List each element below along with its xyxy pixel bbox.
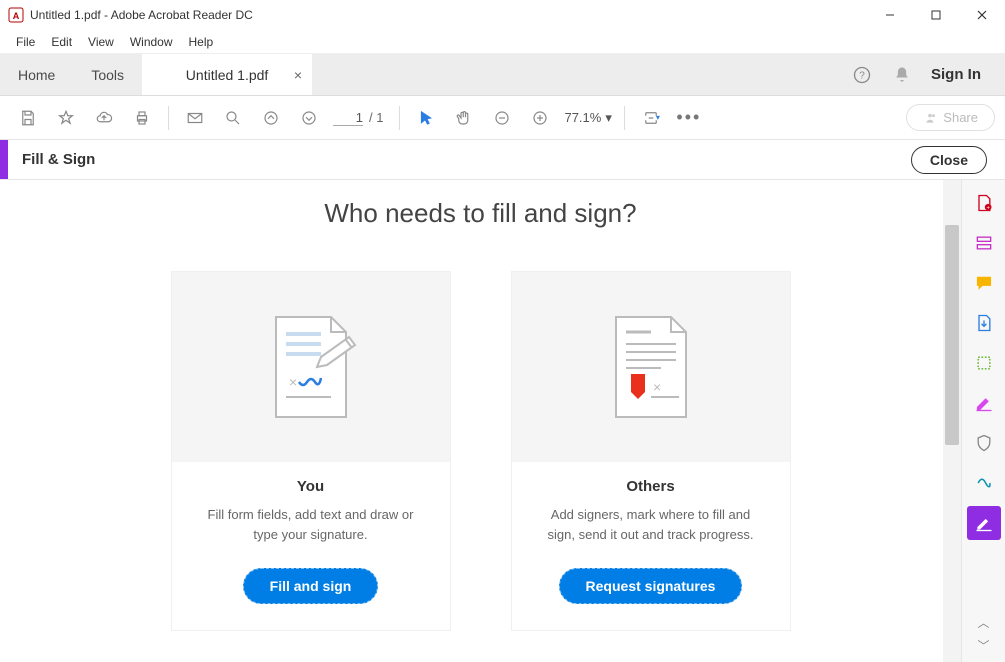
separator (399, 106, 400, 130)
page-up-icon[interactable] (253, 101, 289, 135)
svg-text:+: + (986, 206, 990, 212)
rp-export-icon[interactable] (967, 306, 1001, 340)
separator (168, 106, 169, 130)
pointer-icon[interactable] (408, 101, 444, 135)
minimize-button[interactable] (867, 0, 913, 30)
page-input[interactable] (333, 110, 363, 126)
chevron-down-icon: ▾ (605, 110, 612, 126)
close-button[interactable]: Close (911, 146, 987, 174)
tabbar: Home Tools Untitled 1.pdf × ? Sign In (0, 54, 1005, 96)
mail-icon[interactable] (177, 101, 213, 135)
titlebar: A Untitled 1.pdf - Adobe Acrobat Reader … (0, 0, 1005, 30)
panel-scroll-down-icon[interactable]: ﹀ (969, 635, 997, 656)
page-heading: Who needs to fill and sign? (324, 198, 636, 229)
save-icon[interactable] (10, 101, 46, 135)
bell-icon[interactable] (891, 64, 913, 86)
tab-close-icon[interactable]: × (294, 67, 302, 83)
menu-edit[interactable]: Edit (43, 32, 80, 52)
fill-sign-bar: Fill & Sign Close (0, 140, 1005, 180)
card-you-desc: Fill form fields, add text and draw or t… (172, 495, 450, 544)
window-controls (867, 0, 1005, 30)
star-icon[interactable] (48, 101, 84, 135)
zoom-in-icon[interactable] (522, 101, 558, 135)
page-down-icon[interactable] (291, 101, 327, 135)
accent-stripe (0, 140, 8, 179)
svg-text:?: ? (859, 70, 865, 81)
rp-adobe-sign-icon[interactable] (967, 466, 1001, 500)
window-title: Untitled 1.pdf - Adobe Acrobat Reader DC (30, 8, 253, 22)
fill-sign-title: Fill & Sign (22, 151, 95, 168)
menu-file[interactable]: File (8, 32, 43, 52)
zoom-dropdown[interactable]: 77.1% ▾ (564, 110, 611, 126)
toolbar: / 1 77.1% ▾ ▾ ••• Share (0, 96, 1005, 140)
app-icon: A (8, 7, 24, 23)
tab-document[interactable]: Untitled 1.pdf × (142, 54, 312, 95)
help-icon[interactable]: ? (851, 64, 873, 86)
share-button[interactable]: Share (906, 104, 995, 131)
card-others-illustration: × (512, 272, 790, 462)
share-label: Share (943, 110, 978, 125)
rp-combine-icon[interactable] (967, 226, 1001, 260)
rp-edit-icon[interactable] (967, 386, 1001, 420)
card-others-title: Others (626, 478, 674, 495)
main: Who needs to fill and sign? × (0, 180, 1005, 662)
tab-document-label: Untitled 1.pdf (186, 67, 269, 83)
svg-text:×: × (289, 374, 297, 390)
menu-help[interactable]: Help (181, 32, 222, 52)
request-signatures-button[interactable]: Request signatures (559, 568, 743, 604)
signin-button[interactable]: Sign In (931, 66, 981, 83)
rp-fill-sign-icon[interactable] (967, 506, 1001, 540)
fill-and-sign-button[interactable]: Fill and sign (243, 568, 379, 604)
hand-icon[interactable] (446, 101, 482, 135)
scrollbar-track[interactable] (943, 180, 961, 662)
menubar: File Edit View Window Help (0, 30, 1005, 54)
content-area: Who needs to fill and sign? × (0, 180, 961, 662)
rp-protect-icon[interactable] (967, 426, 1001, 460)
card-you-illustration: × (172, 272, 450, 462)
svg-text:A: A (13, 11, 20, 21)
maximize-button[interactable] (913, 0, 959, 30)
card-you-title: You (297, 478, 324, 495)
card-others-desc: Add signers, mark where to fill and sign… (512, 495, 790, 544)
tab-home[interactable]: Home (0, 54, 73, 95)
tab-tools[interactable]: Tools (73, 54, 142, 95)
right-panel: + ︿ ﹀ (961, 180, 1005, 662)
close-window-button[interactable] (959, 0, 1005, 30)
page-total: / 1 (369, 110, 383, 125)
rp-organize-icon[interactable] (967, 346, 1001, 380)
search-icon[interactable] (215, 101, 251, 135)
rp-create-pdf-icon[interactable]: + (967, 186, 1001, 220)
separator (624, 106, 625, 130)
more-icon[interactable]: ••• (671, 101, 707, 135)
card-you: × You Fill form fields, add text and dra… (171, 271, 451, 631)
zoom-out-icon[interactable] (484, 101, 520, 135)
print-icon[interactable] (124, 101, 160, 135)
menu-view[interactable]: View (80, 32, 122, 52)
zoom-value: 77.1% (564, 110, 601, 125)
panel-scroll-up-icon[interactable]: ︿ (969, 612, 997, 633)
menu-window[interactable]: Window (122, 32, 181, 52)
svg-text:×: × (653, 379, 661, 395)
scrollbar-thumb[interactable] (945, 225, 959, 445)
cloud-upload-icon[interactable] (86, 101, 122, 135)
fit-width-icon[interactable]: ▾ (633, 101, 669, 135)
rp-comment-icon[interactable] (967, 266, 1001, 300)
card-others: × Others Add signers, mark where to fill… (511, 271, 791, 631)
